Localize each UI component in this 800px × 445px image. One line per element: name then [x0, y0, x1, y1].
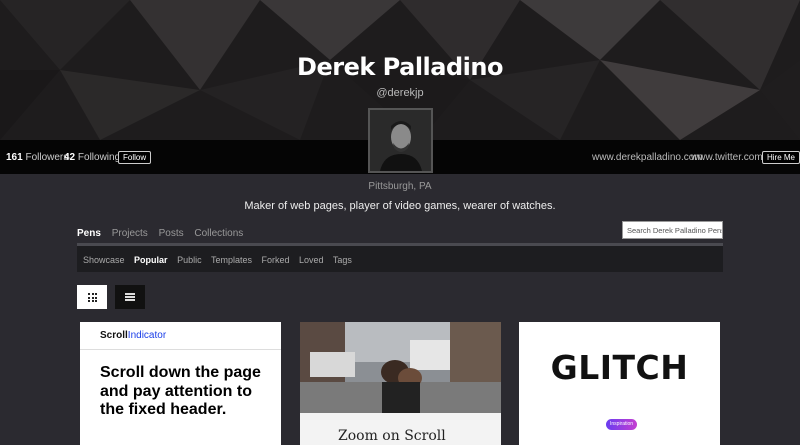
- tab-projects[interactable]: Projects: [112, 228, 148, 239]
- profile-handle: @derekjp: [376, 87, 424, 99]
- subtab-forked[interactable]: Forked: [261, 255, 289, 265]
- subtab-loved[interactable]: Loved: [299, 255, 324, 265]
- card-title: ScrollIndicator: [100, 330, 166, 341]
- list-view-button[interactable]: [115, 285, 145, 309]
- subtab-templates[interactable]: Templates: [211, 255, 252, 265]
- grid-view-button[interactable]: [77, 285, 107, 309]
- card-caption-bar: Zoom on Scroll: [300, 413, 501, 445]
- card-title-part-b: Indicator: [127, 330, 167, 341]
- pen-card-zoom-on-scroll[interactable]: Zoom on Scroll: [300, 322, 501, 445]
- content-tabs: Pens Projects Posts Collections: [77, 228, 251, 239]
- followers-count: 161: [6, 152, 23, 163]
- profile-bio: Maker of web pages, player of video game…: [244, 200, 556, 212]
- inspiration-badge: Inspiration: [606, 419, 638, 430]
- twitter-link[interactable]: www.twitter.com: [691, 152, 763, 163]
- search-input[interactable]: Search Derek Palladino Pens...: [622, 221, 723, 239]
- filter-bar: Showcase Popular Public Templates Forked…: [77, 243, 723, 272]
- following-label: Following: [77, 152, 121, 163]
- followers-link[interactable]: 161 Followers: [6, 152, 68, 163]
- subtab-popular[interactable]: Popular: [134, 255, 168, 265]
- following-count: 42: [64, 152, 76, 163]
- website-link[interactable]: www.derekpalladino.com: [592, 152, 703, 163]
- followers-label: Followers: [25, 152, 69, 163]
- tab-posts[interactable]: Posts: [159, 228, 184, 239]
- pen-card-glitch[interactable]: GLITCH Inspiration: [519, 322, 720, 445]
- list-icon: [125, 293, 135, 302]
- pen-card-scroll-indicator[interactable]: ScrollIndicator Scroll down the page and…: [80, 322, 281, 445]
- avatar-image: [370, 110, 431, 171]
- tab-collections[interactable]: Collections: [194, 228, 243, 239]
- grid-icon: [88, 293, 97, 302]
- subtab-public[interactable]: Public: [177, 255, 202, 265]
- following-link[interactable]: 42 Following: [64, 152, 120, 163]
- tab-pens[interactable]: Pens: [77, 228, 101, 239]
- card-preview-photo: [300, 322, 501, 413]
- card-title-part-a: Scroll: [100, 330, 128, 341]
- card-divider: [80, 349, 281, 350]
- card-caption: Zoom on Scroll: [338, 428, 446, 444]
- hire-me-button[interactable]: Hire Me: [762, 151, 800, 164]
- avatar: [368, 108, 433, 173]
- card-headline: GLITCH: [550, 348, 689, 387]
- card-body-text: Scroll down the page and pay attention t…: [100, 364, 261, 418]
- profile-name: Derek Palladino: [297, 53, 503, 81]
- subtab-showcase[interactable]: Showcase: [83, 255, 125, 265]
- subtab-tags[interactable]: Tags: [333, 255, 352, 265]
- profile-location: Pittsburgh, PA: [368, 181, 432, 192]
- follow-button[interactable]: Follow: [118, 151, 152, 164]
